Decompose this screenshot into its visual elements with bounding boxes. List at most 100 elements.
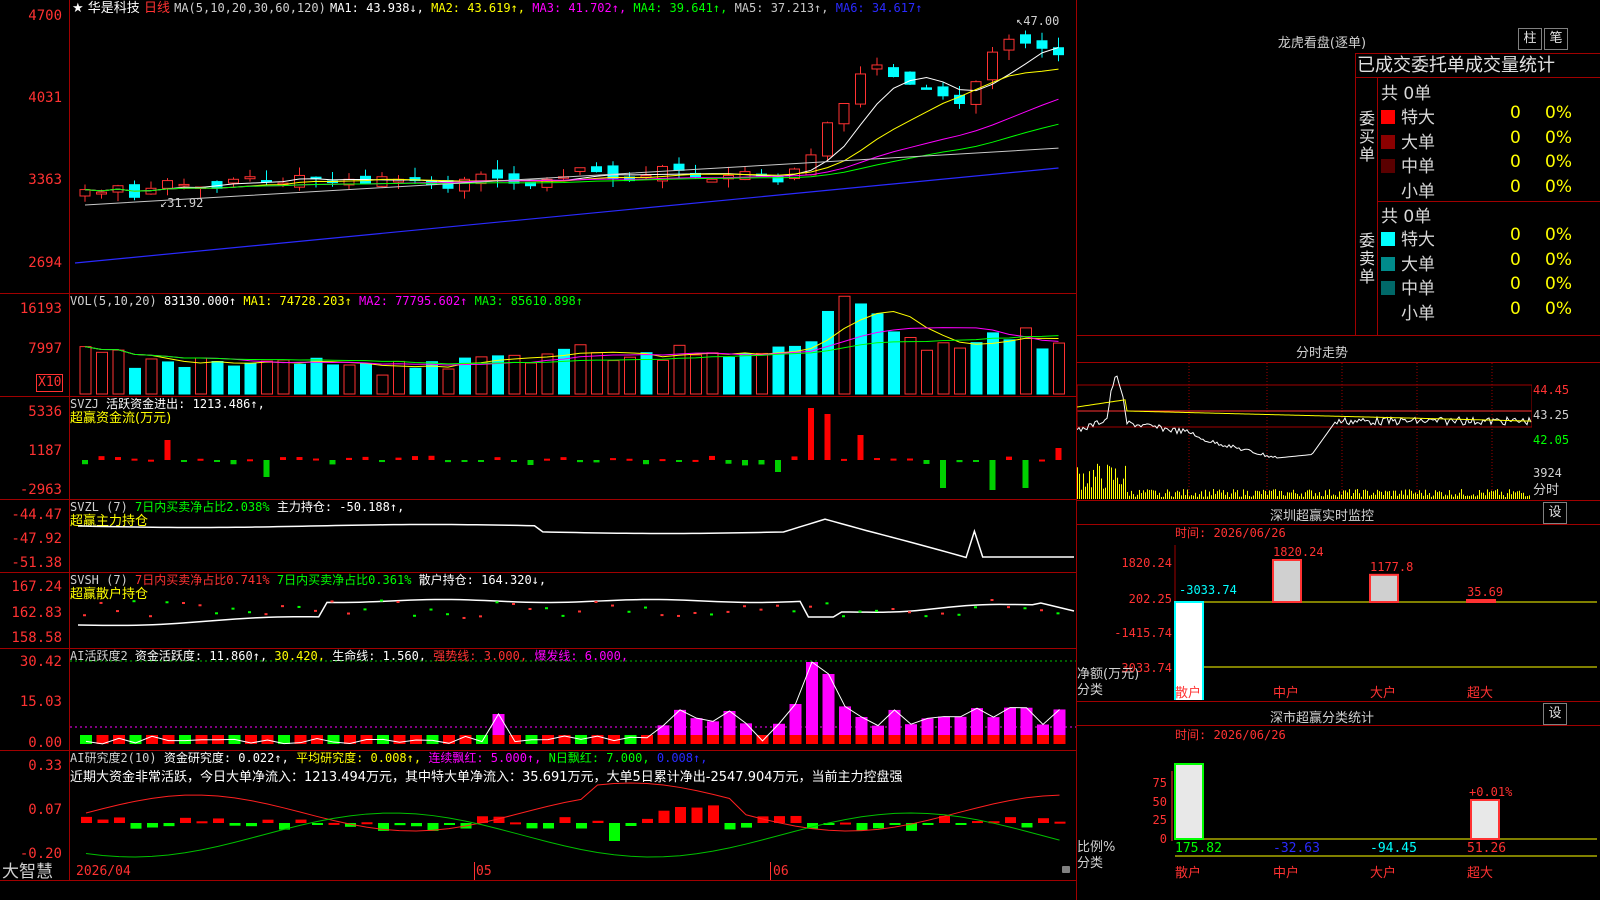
- minute-vol-tick: [1505, 496, 1506, 499]
- ai-research-chart[interactable]: [70, 751, 1076, 880]
- minute-vol-tick: [1503, 495, 1504, 499]
- minute-vol-tick: [1471, 495, 1472, 499]
- row-name: 小单: [1401, 303, 1435, 324]
- vol-bar: [657, 359, 669, 395]
- minute-vol-tick: [1525, 496, 1526, 499]
- row-name: 大单: [1401, 132, 1435, 153]
- minute-vol-tick: [1107, 464, 1108, 499]
- retail-tick: [792, 610, 796, 613]
- research-bar: [658, 810, 670, 823]
- flow-bar: [230, 460, 237, 465]
- sz-monitor-ylabel: 净额(万元): [1077, 667, 1140, 682]
- sz-class-value: -32.63: [1273, 841, 1320, 856]
- minute-vol-tick: [1353, 492, 1354, 499]
- research-bar: [444, 823, 455, 825]
- chart-area[interactable]: ★ 华是科技 日线 MA(5,10,20,30,60,120) MA1: 43.…: [0, 0, 1077, 900]
- vol-bar: [277, 359, 290, 395]
- minute-vol-tick: [1455, 494, 1456, 499]
- minute-vol-tick: [1335, 495, 1336, 499]
- retail-tick: [363, 608, 367, 611]
- svzl-chart[interactable]: [70, 500, 1076, 572]
- research-bar: [361, 822, 373, 825]
- flow-bar: [593, 460, 600, 463]
- candle-down: [591, 166, 602, 173]
- minute-chart[interactable]: [1077, 363, 1532, 500]
- kline-axis-4700: 4700: [28, 8, 62, 24]
- flow-bar: [857, 435, 864, 460]
- minute-vol-tick: [1457, 495, 1458, 499]
- minute-vol-tick: [1443, 496, 1444, 499]
- flow-bar: [379, 460, 385, 463]
- minute-vol-tick: [1123, 478, 1124, 499]
- retail-tick: [957, 613, 961, 616]
- minute-vol-tick: [1167, 489, 1168, 499]
- flow-bar: [527, 460, 534, 466]
- minute-axis-4: 3924: [1533, 466, 1562, 480]
- legend-swatch: [1381, 305, 1395, 320]
- retail-tick: [495, 601, 499, 604]
- candle-up: [987, 51, 998, 81]
- vol-bar: [624, 356, 636, 395]
- retail-tick: [594, 600, 598, 603]
- minute-vol-tick: [1489, 492, 1490, 499]
- minute-vol-tick: [1263, 489, 1264, 499]
- buy-row-2: 中单: [1381, 152, 1435, 177]
- minute-vol-tick: [1421, 492, 1422, 499]
- vol-bar: [294, 363, 306, 395]
- sz-class-category: 超大: [1467, 866, 1493, 881]
- activity-base-bar: [261, 735, 274, 744]
- minute-vol-tick: [1153, 490, 1154, 499]
- pen-mode-button[interactable]: 笔: [1544, 28, 1568, 50]
- kline-chart[interactable]: [70, 0, 1076, 293]
- sz-monitor-category: 大户: [1370, 685, 1396, 700]
- minute-vol-tick: [1501, 491, 1502, 499]
- candle-down: [1036, 40, 1048, 49]
- ai1-axis-1: 30.42: [19, 654, 62, 670]
- minute-vol-tick: [1351, 496, 1352, 499]
- retail-hold-line: [77, 598, 1075, 627]
- flow-bar: [560, 457, 567, 460]
- minute-vol-tick: [1413, 493, 1414, 499]
- minute-axis-2: 43.25: [1533, 408, 1570, 422]
- volume-chart[interactable]: [70, 294, 1076, 396]
- minute-vol-tick: [1091, 487, 1092, 499]
- flow-bar: [164, 440, 171, 460]
- vol-bar: [954, 347, 966, 395]
- minute-vol-tick: [1437, 492, 1438, 499]
- buy-row-value: 0: [1510, 152, 1521, 172]
- svsh-chart[interactable]: [70, 573, 1076, 648]
- minute-vol-tick: [1235, 492, 1236, 499]
- retail-tick: [677, 614, 680, 617]
- minute-vol-tick: [1449, 490, 1450, 499]
- retail-tick: [215, 612, 218, 615]
- research-bar: [312, 823, 323, 825]
- activity-bar: [905, 724, 917, 735]
- minute-vol-tick: [1487, 489, 1488, 499]
- sz-monitor-settings-button[interactable]: 设: [1543, 502, 1567, 524]
- flow-bar: [181, 460, 187, 462]
- legend-swatch: [1381, 110, 1395, 124]
- activity-base-bar: [822, 735, 835, 744]
- sz-class-settings-button[interactable]: 设: [1543, 703, 1567, 725]
- brand-label: 大智慧: [2, 862, 53, 882]
- bar-mode-button[interactable]: 柱: [1518, 28, 1542, 50]
- sz-monitor-axis-label: -1415.74: [1114, 626, 1172, 640]
- activity-bar: [938, 716, 950, 735]
- sz-monitor-chart[interactable]: 1820.24202.25-1415.74-3033.74-3033.74散户1…: [1077, 525, 1600, 700]
- date-label-05: 05: [476, 864, 492, 879]
- minute-vol-tick: [1129, 495, 1130, 499]
- sz-class-category: 大户: [1370, 865, 1396, 881]
- sz-class-chart[interactable]: 75 50 25 0 +0.01% 175.82 散户 -32.63 中户 -94.45 大户 51.…: [1077, 726, 1600, 900]
- sz-monitor-category: 中户: [1273, 685, 1299, 700]
- sell-row-0: 特大: [1381, 225, 1435, 250]
- svzj-chart[interactable]: [70, 397, 1076, 499]
- activity-base-bar: [987, 735, 1000, 744]
- minute-vol-tick: [1261, 494, 1262, 499]
- ai-activity-chart[interactable]: [70, 649, 1076, 750]
- minute-vol-tick: [1329, 489, 1330, 499]
- minute-vol-tick: [1493, 491, 1494, 499]
- buy-row-value: 0: [1510, 176, 1521, 197]
- buy-row-value: 0: [1510, 103, 1521, 123]
- minute-vol-tick: [1187, 489, 1188, 499]
- vol-bar: [492, 355, 504, 395]
